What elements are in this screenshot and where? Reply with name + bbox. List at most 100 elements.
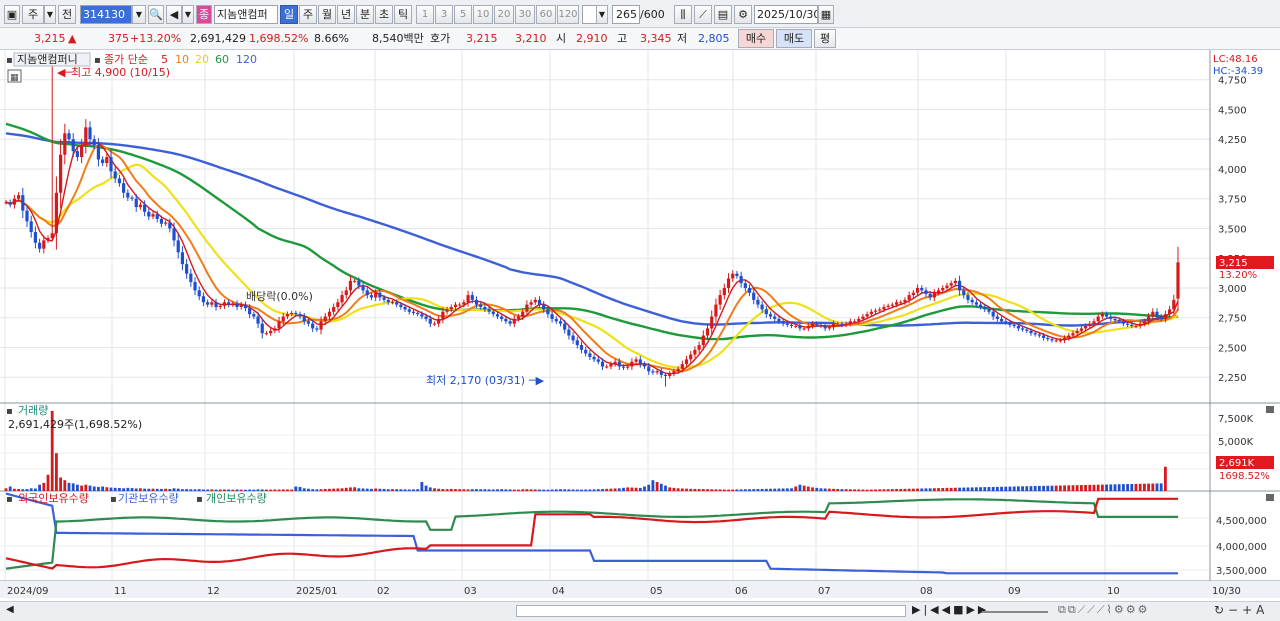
tab-minute[interactable]: 분	[356, 5, 374, 24]
speaker-icon[interactable]: ◀	[166, 5, 182, 24]
tab-daily[interactable]: 일	[280, 5, 298, 24]
candle-body	[537, 299, 542, 305]
volume-bar	[584, 489, 588, 491]
minute-20-button[interactable]: 20	[494, 5, 514, 24]
tab-second[interactable]: 초	[375, 5, 393, 24]
volume-bar	[84, 484, 88, 491]
candle-body	[1176, 262, 1180, 299]
interval-dropdown-icon[interactable]: ▼	[596, 5, 608, 24]
stock-tag-badge: 종	[196, 5, 212, 24]
tab-yearly[interactable]: 년	[337, 5, 355, 24]
line-tool-icon[interactable]: ⟋	[694, 5, 712, 24]
volume-bar	[773, 488, 777, 491]
candle-body	[1016, 326, 1020, 329]
compare-button[interactable]: 전	[58, 5, 76, 24]
candle-body	[155, 214, 159, 219]
scroll-thumb[interactable]	[516, 605, 906, 617]
candle-body	[747, 287, 752, 293]
candle-body	[327, 311, 332, 317]
zoom-slider[interactable]	[982, 611, 1048, 613]
layout-icon[interactable]: ▣	[4, 5, 20, 24]
volume-bar	[890, 489, 894, 491]
minute-5-button[interactable]: 5	[454, 5, 472, 24]
volume-bar	[995, 486, 999, 491]
playback-controls[interactable]: ▶|◀◀■▶▶	[912, 603, 989, 616]
calendar-icon[interactable]: ▦	[818, 5, 834, 24]
candle-body	[563, 323, 567, 330]
candle-body	[227, 302, 231, 305]
minute-1-button[interactable]: 1	[416, 5, 434, 24]
volume-panel-close-icon[interactable]	[1266, 406, 1274, 413]
minute-30-button[interactable]: 30	[515, 5, 535, 24]
scroll-left-icon[interactable]: ◀	[6, 604, 14, 615]
scroll-bar[interactable]: ◀ ▶|◀◀■▶▶ ⧉⧉⟋⟋⟋⌇⚙⚙⚙ ↻−+A	[0, 601, 1280, 621]
sell-button[interactable]: 매도	[776, 29, 812, 48]
tab-tick[interactable]: 틱	[394, 5, 412, 24]
x-axis-label: 06	[735, 586, 748, 597]
code-dropdown-icon[interactable]: ▼	[132, 5, 146, 24]
candle-body	[105, 157, 109, 164]
candle-body	[138, 204, 143, 208]
candle-body	[1041, 335, 1046, 338]
volume-bar	[1142, 483, 1146, 491]
prev-dropdown-icon[interactable]: ▼	[182, 5, 194, 24]
volume-bar	[1117, 484, 1121, 491]
volume-bar	[647, 484, 651, 491]
period-dropdown-icon[interactable]: ▼	[44, 5, 56, 24]
minute-10-button[interactable]: 10	[473, 5, 493, 24]
candle-body	[38, 242, 42, 249]
volume-bar	[706, 489, 709, 491]
open-price: 2,910	[576, 32, 608, 45]
save-icon[interactable]: ▤	[714, 5, 732, 24]
volume-bar	[424, 485, 428, 491]
search-icon[interactable]: 🔍	[148, 5, 164, 24]
candle-body	[449, 307, 453, 310]
volume-bar	[290, 489, 294, 491]
stock-code-input[interactable]: 314130	[80, 5, 132, 24]
tab-weekly[interactable]: 주	[299, 5, 317, 24]
volume-bar	[1147, 483, 1150, 491]
holdings-panel-close-icon[interactable]	[1266, 494, 1274, 501]
volume-bar	[340, 488, 344, 491]
volume-bar	[344, 487, 348, 491]
minute-3-button[interactable]: 3	[435, 5, 453, 24]
candle-body	[739, 276, 743, 284]
volume-bar	[634, 487, 638, 491]
volume-bar	[80, 485, 84, 491]
candle-body	[894, 302, 899, 305]
stock-name-field: 지놈앤컴퍼	[214, 5, 278, 24]
tab-monthly[interactable]: 월	[318, 5, 336, 24]
volume-bar	[1088, 484, 1092, 491]
candle-type-icon[interactable]: ⫼	[674, 5, 692, 24]
gear-icon[interactable]: ⚙	[734, 5, 752, 24]
period-select[interactable]: 주	[22, 5, 44, 24]
minute-60-button[interactable]: 60	[536, 5, 556, 24]
candle-body	[340, 295, 344, 303]
volume-bar	[1075, 485, 1079, 491]
volume-bar	[319, 489, 323, 491]
volume-bar	[605, 488, 609, 491]
candle-body	[1134, 326, 1138, 328]
average-button[interactable]: 평	[814, 29, 836, 48]
volume-bar	[542, 489, 546, 491]
date-input[interactable]: 2025/10/30	[754, 5, 818, 24]
candle-body	[621, 366, 626, 368]
candle-body	[873, 310, 878, 312]
candle-body	[151, 214, 155, 217]
candle-body	[718, 295, 722, 305]
volume-pct: 1,698.52%	[249, 32, 309, 45]
candle-body	[680, 364, 684, 369]
volume-bar	[269, 489, 273, 491]
drawing-tools[interactable]: ⧉⧉⟋⟋⟋⌇⚙⚙⚙	[1058, 603, 1149, 617]
zoom-controls[interactable]: ↻−+A	[1214, 603, 1268, 617]
volume-bar	[239, 489, 243, 491]
range-input[interactable]: 265	[612, 5, 640, 24]
stock-chart[interactable]: 4,7504,5004,2504,0003,7503,5003,2503,000…	[0, 50, 1280, 602]
volume-bar	[601, 489, 604, 491]
minute-120-button[interactable]: 120	[557, 5, 579, 24]
x-axis-label: 08	[920, 586, 933, 597]
volume-bar	[168, 489, 172, 491]
buy-button[interactable]: 매수	[738, 29, 774, 48]
volume-bar	[970, 487, 974, 491]
volume-bar	[588, 489, 592, 491]
